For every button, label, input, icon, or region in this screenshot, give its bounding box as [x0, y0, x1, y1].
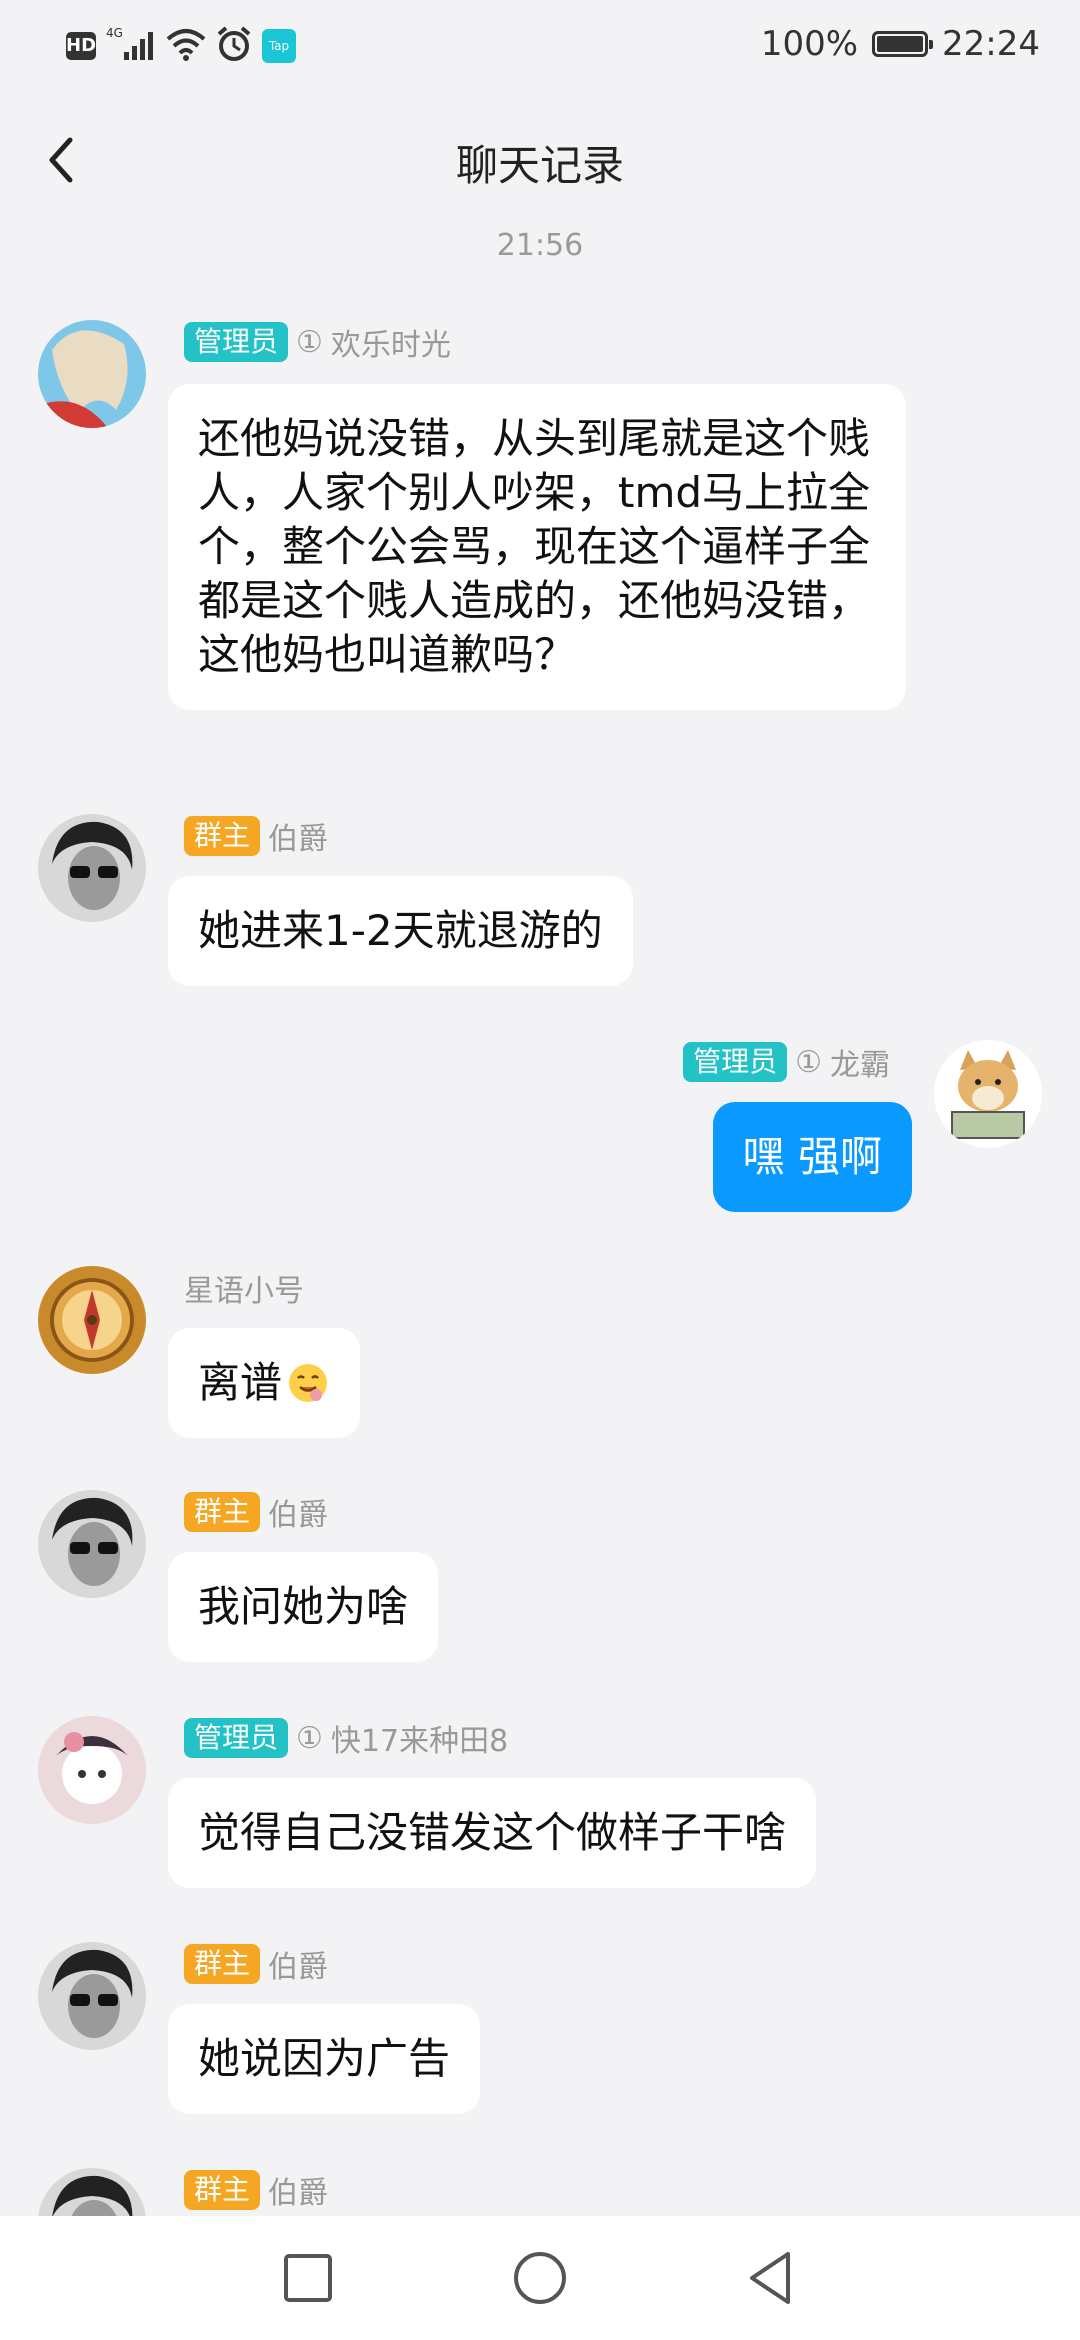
sender-info: 星语小号: [184, 1266, 304, 1310]
sender-name: 伯爵: [268, 822, 329, 857]
emoji-sticker: [286, 1361, 330, 1405]
message-bubble[interactable]: 觉得自己没错发这个做样子干啥: [168, 1778, 817, 1888]
clock: 22:24: [942, 24, 1040, 64]
avatar[interactable]: [38, 814, 146, 922]
chat-timestamp: 21:56: [496, 228, 584, 263]
sender-info: 管理员 ① 龙霸: [683, 1040, 890, 1084]
square-icon: [284, 2254, 332, 2302]
sender-info: 管理员 ① 欢乐时光: [184, 320, 451, 364]
sender-info: 群主 伯爵: [184, 1942, 328, 1986]
triangle-back-icon: [750, 2252, 790, 2304]
level-indicator: ①: [296, 1720, 323, 1756]
sender-name: 星语小号: [184, 1274, 304, 1309]
status-bar: HD 4G Tap 100% 22:24: [0, 0, 1080, 92]
sender-name: 快17来种田8: [330, 1724, 509, 1759]
system-nav-bar: [0, 2216, 1080, 2340]
message-bubble[interactable]: 离谱: [168, 1328, 361, 1438]
hd-icon: HD: [66, 32, 96, 60]
message-bubble[interactable]: 我问她为啥: [168, 1552, 439, 1662]
admin-badge: 管理员: [184, 1718, 289, 1758]
admin-badge: 管理员: [683, 1042, 788, 1082]
back-nav-button[interactable]: [738, 2246, 802, 2310]
wifi-icon: [166, 27, 206, 65]
owner-badge: 群主: [184, 1492, 261, 1532]
battery-icon: [872, 31, 934, 57]
message-bubble[interactable]: 嘿 强啊: [712, 1102, 912, 1212]
battery-percent: 100%: [760, 24, 859, 64]
avatar[interactable]: [38, 1942, 146, 2050]
avatar[interactable]: [38, 1490, 146, 1598]
avatar[interactable]: [38, 1266, 146, 1374]
sender-info: 群主 伯爵: [184, 1490, 328, 1534]
sender-name: 欢乐时光: [330, 328, 451, 363]
avatar[interactable]: [934, 1040, 1042, 1148]
avatar[interactable]: [38, 320, 146, 428]
signal-icon: 4G: [106, 26, 156, 66]
sender-info: 群主 伯爵: [184, 814, 328, 858]
recent-apps-button[interactable]: [276, 2246, 340, 2310]
sender-name: 伯爵: [268, 1950, 329, 1985]
sender-name: 龙霸: [830, 1048, 890, 1083]
owner-badge: 群主: [184, 2170, 261, 2210]
page-title: 聊天记录: [455, 141, 624, 190]
message-bubble[interactable]: 她进来1-2天就退游的: [168, 876, 633, 986]
message-bubble[interactable]: 还他妈说没错，从头到尾就是这个贱人，人家个别人吵架，tmd马上拉全个，整个公会骂…: [168, 384, 906, 710]
admin-badge: 管理员: [184, 322, 289, 362]
tap-app-icon: Tap: [262, 29, 296, 63]
owner-badge: 群主: [184, 1944, 261, 1984]
sender-info: 群主 伯爵: [184, 2168, 328, 2212]
circle-icon: [514, 2252, 566, 2304]
sender-name: 伯爵: [268, 1498, 329, 1533]
header: 聊天记录: [0, 110, 1080, 210]
owner-badge: 群主: [184, 816, 261, 856]
avatar[interactable]: [38, 1716, 146, 1824]
alarm-icon: [216, 26, 252, 66]
message-bubble[interactable]: 她说因为广告: [168, 2004, 481, 2114]
network-label: 4G: [106, 26, 123, 40]
level-indicator: ①: [296, 324, 323, 360]
level-indicator: ①: [795, 1044, 822, 1080]
home-button[interactable]: [508, 2246, 572, 2310]
sender-name: 伯爵: [268, 2176, 329, 2211]
sender-info: 管理员 ① 快17来种田8: [184, 1716, 508, 1760]
message-text: 离谱: [198, 1358, 283, 1407]
